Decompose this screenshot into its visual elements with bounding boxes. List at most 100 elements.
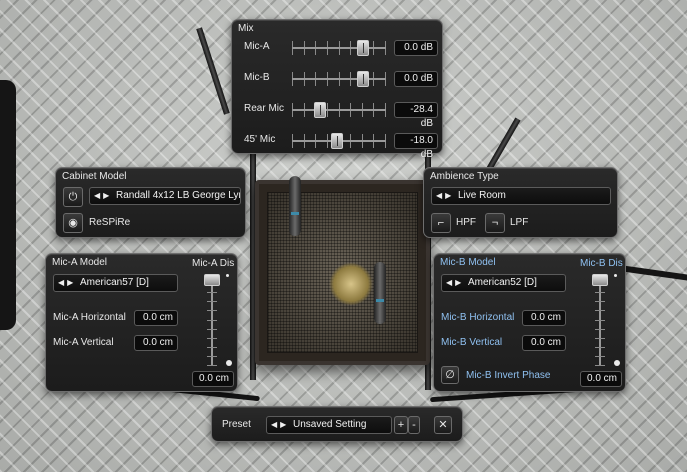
mix-channel-slider[interactable] — [292, 40, 386, 56]
right-floor-cable — [619, 265, 687, 281]
close-icon[interactable]: ✕ — [434, 416, 452, 434]
ambience-type-value: Live Room — [458, 190, 506, 201]
mic-b-model-value: American52 [D] — [468, 277, 537, 288]
mic-a-panel: Mic-A Model ◀▶ American57 [D] Mic-A Horiz… — [45, 253, 238, 392]
invert-phase-icon[interactable]: ∅ — [441, 366, 459, 384]
mic-b-vertical-field[interactable]: 0.0 cm — [522, 335, 566, 351]
mix-channel-slider[interactable] — [292, 133, 386, 149]
ambience-title: Ambience Type — [430, 171, 499, 182]
mic-b-distance-field[interactable]: 0.0 cm — [580, 371, 622, 387]
mic-b-distance-tick — [595, 356, 605, 357]
mic-b-distance-tick — [595, 292, 605, 293]
mic-a-distance-tick — [207, 292, 217, 293]
mic-a-distance-tick — [207, 301, 217, 302]
ambience-panel: Ambience Type ◀▶ Live Room ⌐ HPF ¬ LPF — [423, 167, 618, 238]
hpf-icon[interactable]: ⌐ — [431, 213, 451, 233]
mic-b-horizontal-label: Mic-B Horizontal — [441, 312, 515, 323]
mic-b-panel: Mic-B Model ◀▶ American52 [D] Mic-B Horiz… — [433, 253, 626, 392]
mic-b-vertical-label: Mic-B Vertical — [441, 337, 503, 348]
cabinet-title: Cabinet Model — [62, 171, 127, 182]
mix-slider-track — [292, 78, 386, 80]
mic-a-distance-dot-bottom — [226, 360, 232, 366]
mic-a-distance-tick — [207, 329, 217, 330]
mic-a-distance-tick — [207, 338, 217, 339]
mic-b-distance-tick — [595, 365, 605, 366]
mix-title: Mix — [238, 23, 254, 34]
mic-a-distance-tick — [207, 356, 217, 357]
mix-slider-track — [292, 109, 386, 111]
preset-add-button[interactable]: + — [394, 416, 408, 434]
mix-slider-thumb[interactable] — [357, 71, 369, 87]
mic-b-distance-thumb[interactable] — [592, 274, 608, 286]
mix-channel-label: Mic-A — [244, 41, 270, 52]
mix-channel-label: Rear Mic — [244, 103, 285, 114]
mic-a-model-title: Mic-A Model — [52, 257, 108, 268]
mix-channel-value[interactable]: 0.0 dB — [394, 40, 438, 56]
mic-b-invert-phase-label: Mic-B Invert Phase — [466, 370, 551, 381]
boom-arm-top-left — [196, 27, 230, 115]
mix-slider-thumb[interactable] — [314, 102, 326, 118]
mic-a-model-value: American57 [D] — [80, 277, 149, 288]
mic-a-distance-label: Mic-A Dis — [192, 258, 235, 269]
boom-arm-right — [485, 117, 521, 173]
mic-b-distance-track — [595, 274, 605, 366]
mic-b-distance-tick — [595, 347, 605, 348]
mic-b-distance-tick — [595, 301, 605, 302]
selector-arrows-icon: ◀▶ — [94, 191, 113, 200]
preset-label: Preset — [222, 419, 251, 430]
mic-b-distance-tick — [595, 329, 605, 330]
mix-channel-label: Mic-B — [244, 72, 270, 83]
mic-b-model-selector[interactable]: ◀▶ American52 [D] — [441, 274, 566, 292]
mic-b-horizontal-field[interactable]: 0.0 cm — [522, 310, 566, 326]
mix-channel-value[interactable]: -18.0 dB — [394, 133, 438, 160]
mix-channel-label: 45' Mic — [244, 134, 276, 145]
mix-slider-thumb[interactable] — [331, 133, 343, 149]
mic-a-model-selector[interactable]: ◀▶ American57 [D] — [53, 274, 178, 292]
mic-b-distance-dot-top — [614, 274, 617, 277]
preset-selector[interactable]: ◀▶ Unsaved Setting — [266, 416, 392, 434]
mic-a-distance-dot-top — [226, 274, 229, 277]
cabinet-model-value: Randall 4x12 LB George Lynch — [116, 190, 241, 201]
left-cable — [0, 80, 16, 330]
mix-channel-slider[interactable] — [292, 71, 386, 87]
selector-arrows-icon: ◀▶ — [271, 420, 290, 429]
cabinet-logo — [328, 263, 374, 305]
mix-channel-value[interactable]: -28.4 dB — [394, 102, 438, 129]
mic-a-distance-field[interactable]: 0.0 cm — [192, 371, 234, 387]
mic-b-distance-slider[interactable] — [584, 270, 624, 370]
mic-b-distance-tick — [595, 320, 605, 321]
respire-label: ReSPiRe — [89, 217, 131, 228]
microphone-a — [289, 176, 301, 236]
mic-b-distance-tick — [595, 310, 605, 311]
mic-a-distance-tick — [207, 320, 217, 321]
cabinet-panel: Cabinet Model ⏻ ◀▶ Randall 4x12 LB George… — [55, 167, 246, 238]
mic-a-distance-tick — [207, 310, 217, 311]
mix-panel: Mix Mic-A 0.0 dB Mic-B 0.0 dB Rear Mic -28.4 … — [231, 19, 443, 160]
mic-a-horizontal-label: Mic-A Horizontal — [53, 312, 126, 323]
selector-arrows-icon: ◀▶ — [436, 191, 455, 200]
mic-b-distance-dot-bottom — [614, 360, 620, 366]
mic-a-distance-tick — [207, 365, 217, 366]
preset-panel: Preset ◀▶ Unsaved Setting + - ✕ — [211, 406, 463, 442]
mix-slider-thumb[interactable] — [357, 40, 369, 56]
mix-channel-slider[interactable] — [292, 102, 386, 118]
respire-icon[interactable]: ◉ — [63, 213, 83, 233]
mic-a-distance-track — [207, 274, 217, 366]
mic-a-distance-tick — [207, 347, 217, 348]
preset-remove-button[interactable]: - — [408, 416, 420, 434]
mix-channel-value[interactable]: 0.0 dB — [394, 71, 438, 87]
lpf-icon[interactable]: ¬ — [485, 213, 505, 233]
selector-arrows-icon: ◀▶ — [58, 278, 77, 287]
mic-a-vertical-field[interactable]: 0.0 cm — [134, 335, 178, 351]
mic-a-distance-thumb[interactable] — [204, 274, 220, 286]
mic-b-distance-label: Mic-B Dis — [580, 258, 623, 269]
mic-b-model-title: Mic-B Model — [440, 257, 496, 268]
lpf-label: LPF — [510, 217, 529, 228]
mic-a-horizontal-field[interactable]: 0.0 cm — [134, 310, 178, 326]
preset-value: Unsaved Setting — [293, 419, 367, 430]
microphone-b — [374, 262, 386, 324]
power-icon[interactable]: ⏻ — [63, 187, 83, 207]
cabinet-model-selector[interactable]: ◀▶ Randall 4x12 LB George Lynch — [89, 187, 241, 205]
ambience-type-selector[interactable]: ◀▶ Live Room — [431, 187, 611, 205]
mic-a-distance-slider[interactable] — [196, 270, 236, 370]
